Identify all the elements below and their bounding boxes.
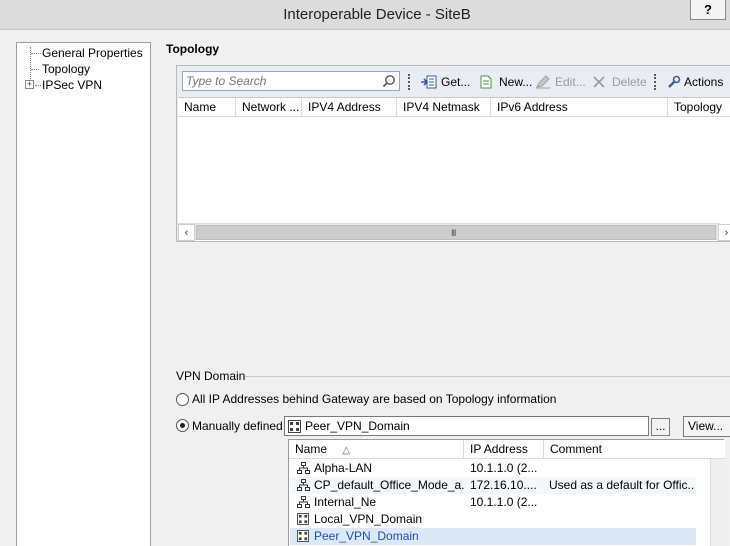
tree-item-ipsec-vpn[interactable]: + IPSec VPN xyxy=(17,77,150,93)
toolbar-separator xyxy=(408,74,410,90)
list-item[interactable]: Local_VPN_Domain xyxy=(290,511,696,528)
delete-button[interactable]: Delete xyxy=(592,73,647,91)
list-item-name: Alpha-LAN xyxy=(314,461,373,475)
network-icon xyxy=(297,496,310,508)
list-item-name: CP_default_Office_Mode_a... xyxy=(314,478,464,492)
topology-table[interactable]: Name Network ... IPV4 Address IPV4 Netma… xyxy=(178,97,730,241)
edit-label: Edit... xyxy=(555,75,586,89)
topology-panel: Get... New... Edit... Delete Actions Nam… xyxy=(176,65,730,242)
scroll-thumb[interactable]: III xyxy=(196,225,716,240)
help-button[interactable]: ? xyxy=(690,0,726,20)
tree-item-label: Topology xyxy=(42,62,91,76)
window-title-bar: Interoperable Device - SiteB ? xyxy=(0,0,730,30)
view-button[interactable]: View... xyxy=(683,416,730,437)
browse-button[interactable]: ... xyxy=(651,418,670,436)
actions-label: Actions xyxy=(684,75,724,89)
list-item[interactable]: Alpha-LAN 10.1.1.0 (2... xyxy=(290,460,696,477)
vpn-domain-heading: VPN Domain xyxy=(176,369,246,383)
scroll-grip: III xyxy=(451,228,456,238)
get-button[interactable]: Get... xyxy=(421,73,471,91)
scroll-left-icon[interactable]: ‹ xyxy=(178,224,195,241)
scroll-right-icon[interactable]: › xyxy=(718,224,730,241)
list-header: Name △ IP Address Comment xyxy=(289,440,725,459)
navigation-tree: General Properties Topology + IPSec VPN xyxy=(16,42,151,546)
get-icon xyxy=(421,75,437,89)
group-icon xyxy=(288,420,301,433)
table-header: Name Network ... IPV4 Address IPV4 Netma… xyxy=(178,98,730,117)
list-item-name: Peer_VPN_Domain xyxy=(314,529,419,543)
network-icon xyxy=(297,479,310,491)
list-item-ip: 172.16.10.... xyxy=(470,478,537,492)
list-item-name: Local_VPN_Domain xyxy=(314,512,423,526)
search-input[interactable] xyxy=(183,72,373,90)
list-item-name: Internal_Ne xyxy=(314,495,377,509)
group-icon xyxy=(297,530,309,542)
column-header-ipv4-address[interactable]: IPV4 Address xyxy=(302,98,397,117)
list-item-selected[interactable]: Peer_VPN_Domain xyxy=(290,528,696,545)
column-header-network[interactable]: Network ... xyxy=(236,98,302,117)
radio-topology-based-label[interactable]: All IP Addresses behind Gateway are base… xyxy=(192,392,556,406)
window-title: Interoperable Device - SiteB xyxy=(283,6,471,23)
wrench-icon xyxy=(668,75,681,88)
tree-item-label: General Properties xyxy=(42,46,143,60)
new-button[interactable]: New... xyxy=(479,73,533,91)
list-column-header-name[interactable]: Name △ xyxy=(289,440,464,459)
column-header-topology[interactable]: Topology xyxy=(668,98,730,117)
radio-manually-defined-label[interactable]: Manually defined xyxy=(192,419,283,433)
tree-item-label: IPSec VPN xyxy=(42,78,103,92)
get-label: Get... xyxy=(441,75,471,89)
list-item[interactable]: Internal_Ne 10.1.1.0 (2... xyxy=(290,494,696,511)
network-icon xyxy=(297,462,310,474)
list-column-header-comment[interactable]: Comment xyxy=(544,440,725,459)
edit-pencil-icon xyxy=(536,75,550,89)
actions-button[interactable]: Actions xyxy=(667,73,729,91)
delete-label: Delete xyxy=(612,75,647,89)
column-header-ipv4-netmask[interactable]: IPV4 Netmask xyxy=(397,98,491,117)
radio-manually-defined[interactable] xyxy=(176,419,189,432)
vpn-domain-value: Peer_VPN_Domain xyxy=(305,419,410,433)
vpn-domain-select[interactable]: Peer_VPN_Domain xyxy=(284,416,649,436)
horizontal-scrollbar[interactable]: ‹ III › xyxy=(178,223,730,241)
radio-topology-based[interactable] xyxy=(176,393,189,406)
list-item-comment: Used as a default for Offic... xyxy=(549,478,694,492)
new-file-icon xyxy=(480,75,492,89)
tree-item-general-properties[interactable]: General Properties xyxy=(17,45,150,61)
column-header-ipv6-address[interactable]: IPv6 Address xyxy=(491,98,668,117)
vertical-scrollbar[interactable] xyxy=(710,459,724,546)
edit-button[interactable]: Edit... xyxy=(535,73,586,91)
list-item-ip: 10.1.1.0 (2... xyxy=(470,495,538,509)
list-item-ip: 10.1.1.0 (2... xyxy=(470,461,538,475)
search-icon[interactable] xyxy=(382,74,396,88)
search-box[interactable] xyxy=(182,71,400,91)
expand-icon[interactable]: + xyxy=(25,80,34,89)
column-header-name[interactable]: Name xyxy=(178,98,236,117)
list-item[interactable]: CP_default_Office_Mode_a... 172.16.10...… xyxy=(290,477,696,494)
tree-item-topology[interactable]: Topology xyxy=(17,61,150,77)
group-icon xyxy=(297,513,309,525)
new-label: New... xyxy=(499,75,533,89)
list-column-name-label: Name xyxy=(295,442,328,456)
toolbar-separator xyxy=(654,74,656,90)
topology-heading: Topology xyxy=(166,42,220,56)
vpn-domain-divider xyxy=(245,376,730,377)
list-column-header-ip[interactable]: IP Address xyxy=(464,440,544,459)
delete-x-icon xyxy=(593,76,605,88)
vpn-domain-list[interactable]: Name △ IP Address Comment Alpha-LAN 10.1… xyxy=(288,439,725,546)
sort-ascending-icon: △ xyxy=(342,445,351,456)
